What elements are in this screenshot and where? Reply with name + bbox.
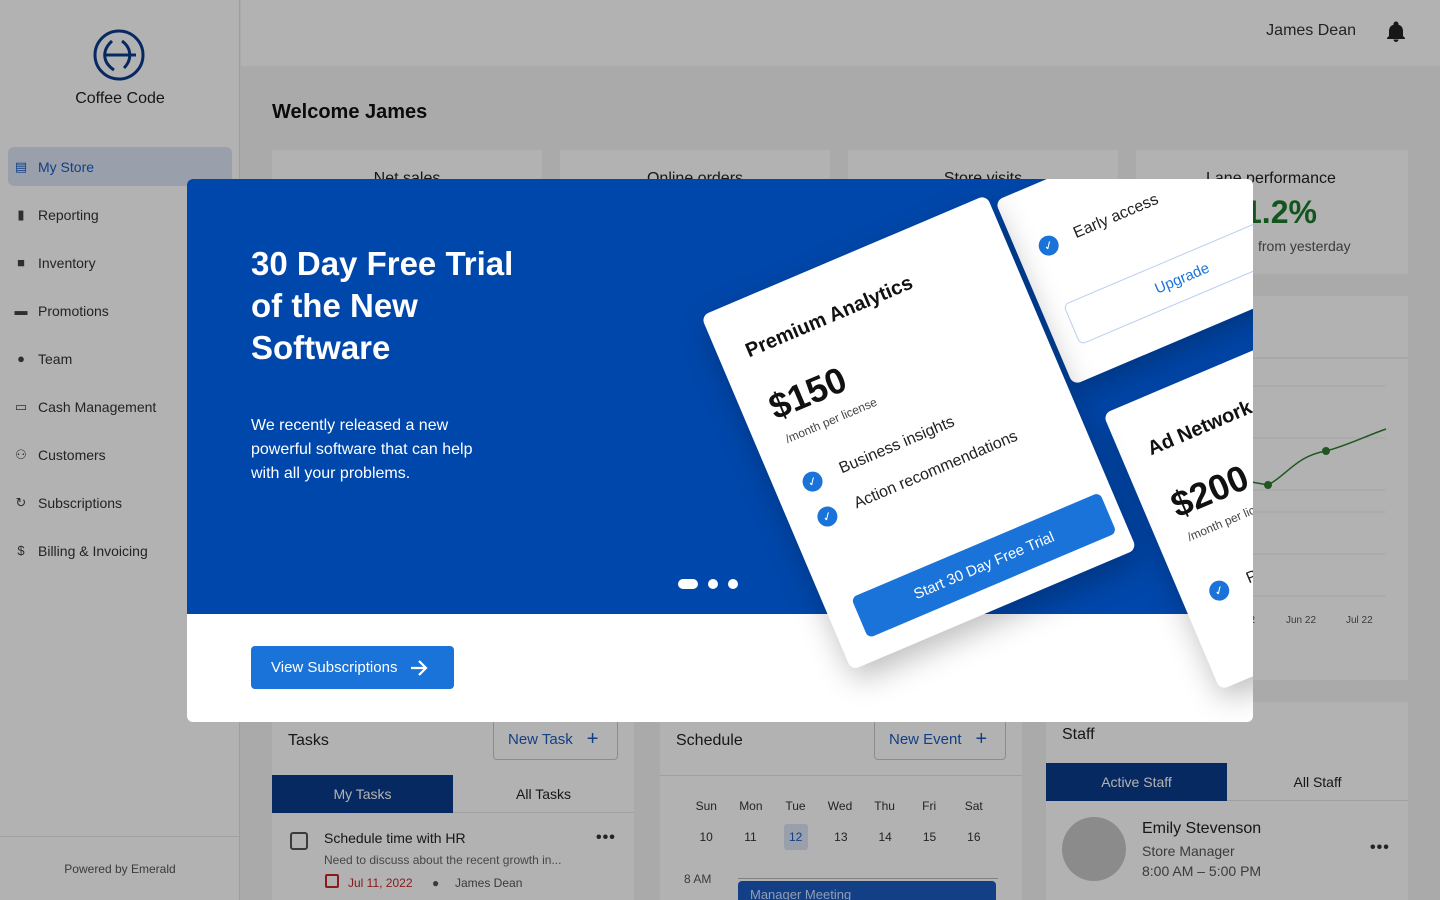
modal-text: We recently released a new powerful soft… bbox=[251, 417, 473, 482]
arrow-right-icon bbox=[411, 659, 429, 676]
modal-title: 30 Day Free Trial of the New Software bbox=[251, 245, 514, 366]
check-circle-icon: ✓ bbox=[799, 468, 826, 495]
view-subscriptions-button[interactable]: View Subscriptions bbox=[251, 646, 454, 689]
feature-label: Early access bbox=[1070, 190, 1162, 242]
start-trial-button[interactable]: Start 30 Day Free Trial bbox=[851, 492, 1117, 639]
check-circle-icon: ✓ bbox=[814, 503, 841, 530]
promo-modal: 30 Day Free Trial of the New Software We… bbox=[187, 179, 1253, 722]
carousel-dot-active[interactable] bbox=[678, 579, 698, 589]
carousel-indicator bbox=[678, 579, 738, 589]
plan-title: Ad Network bbox=[1144, 396, 1253, 461]
feature-label: Pers tar bbox=[1243, 558, 1253, 608]
feature-item: ✓ Early access bbox=[1035, 190, 1162, 259]
carousel-dot[interactable] bbox=[728, 579, 738, 589]
button-label: View Subscriptions bbox=[271, 659, 398, 676]
feature-item: ✓ Pers tar bbox=[1206, 558, 1253, 626]
check-circle-icon: ✓ bbox=[1206, 577, 1233, 604]
feature-label: Action recommendations bbox=[851, 427, 1021, 513]
check-circle-icon: ✓ bbox=[1035, 232, 1062, 259]
carousel-dot[interactable] bbox=[708, 579, 718, 589]
